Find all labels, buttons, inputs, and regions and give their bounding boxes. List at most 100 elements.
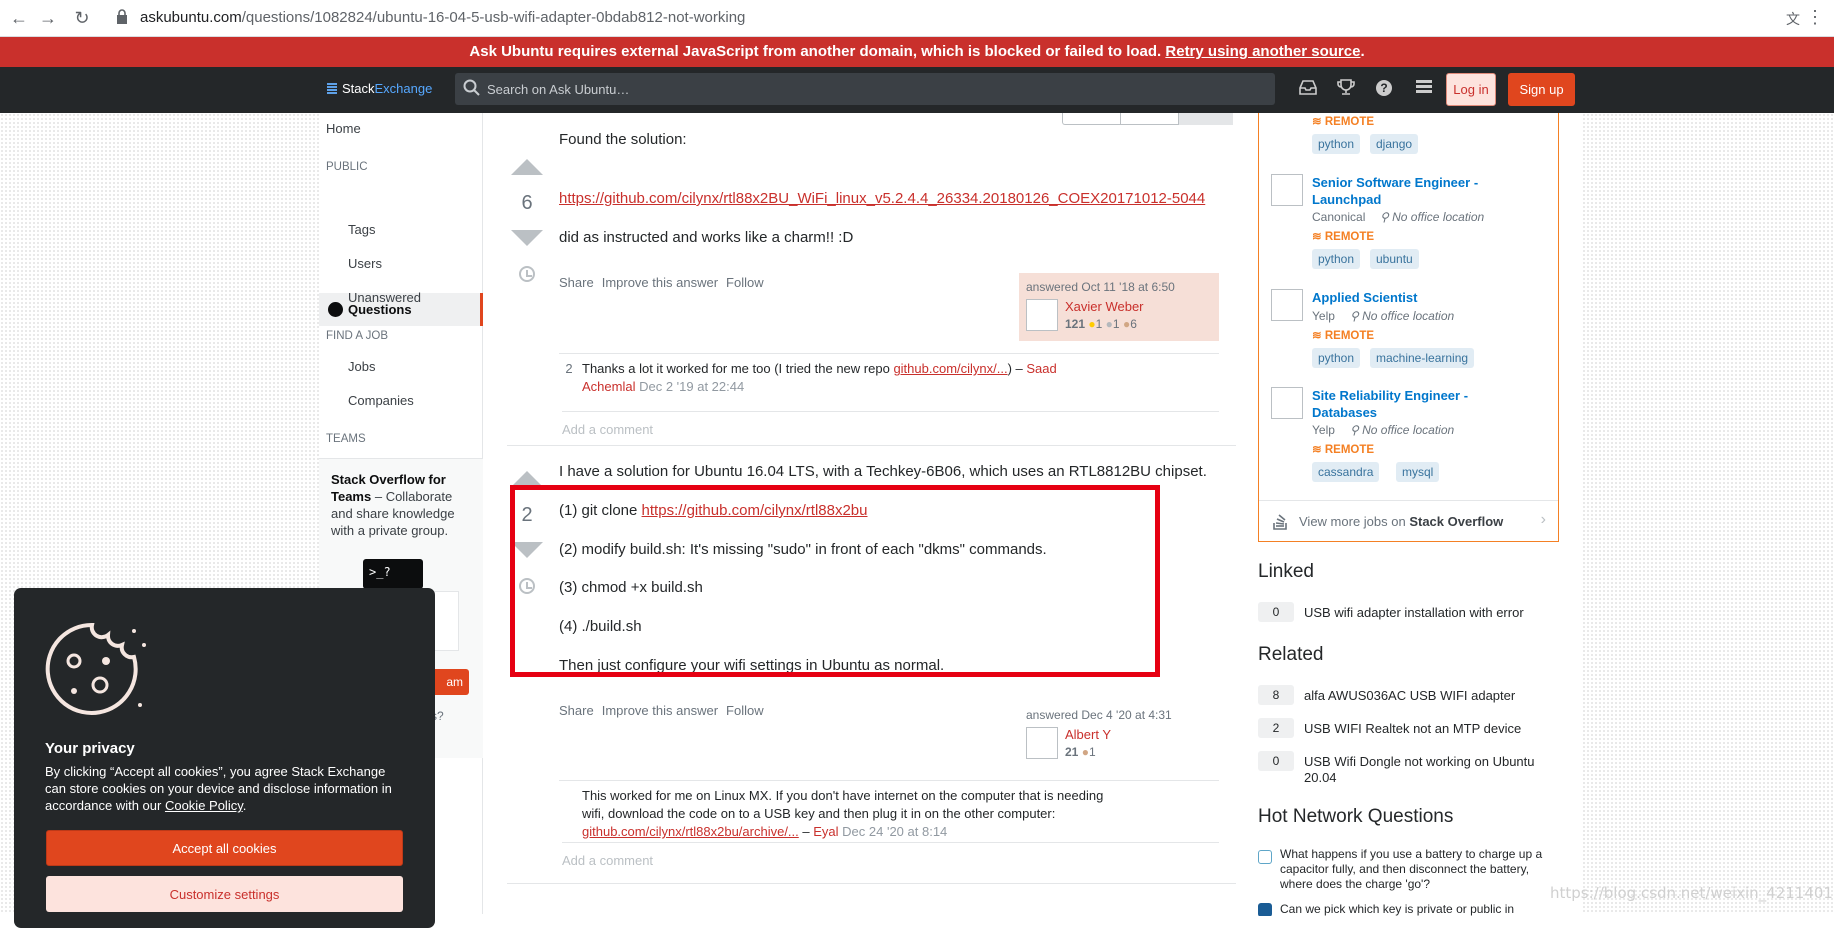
- stackexchange-logo[interactable]: Stack Exchange: [327, 81, 432, 96]
- sort-tab-oldest[interactable]: [1121, 113, 1179, 125]
- answer-sort-tabs: [1062, 113, 1233, 125]
- add-comment-link[interactable]: Add a comment: [562, 842, 1219, 868]
- question-score: 8: [1258, 685, 1294, 705]
- forward-icon[interactable]: →: [37, 7, 59, 29]
- question-link[interactable]: What happens if you use a battery to cha…: [1280, 847, 1550, 892]
- related-item[interactable]: 8 alfa AWUS036AC USB WIFI adapter: [1258, 685, 1558, 705]
- improve-answer-link[interactable]: Improve this answer: [602, 703, 718, 718]
- job-title[interactable]: Site Reliability Engineer - Databases: [1312, 387, 1502, 421]
- job-tag[interactable]: ubuntu: [1370, 249, 1419, 269]
- comment-user[interactable]: Eyal: [813, 824, 838, 839]
- add-comment-link[interactable]: Add a comment: [562, 411, 1219, 437]
- achievements-icon[interactable]: [1335, 78, 1357, 100]
- stackexchange-icon: [327, 82, 337, 95]
- watermark: https://blog.csdn.net/weixin_42114012: [1550, 884, 1834, 902]
- hnq-item[interactable]: What happens if you use a battery to cha…: [1258, 847, 1558, 895]
- question-link[interactable]: alfa AWUS036AC USB WIFI adapter: [1304, 688, 1554, 704]
- search-icon: [463, 79, 480, 96]
- job-tag[interactable]: python: [1312, 249, 1361, 269]
- nav-users[interactable]: Users: [348, 256, 382, 271]
- cookie-title: Your privacy: [45, 740, 135, 757]
- job-title[interactable]: Applied Scientist: [1312, 289, 1502, 306]
- accept-cookies-button[interactable]: Accept all cookies: [46, 830, 403, 866]
- cookie-policy-link[interactable]: Cookie Policy: [165, 798, 243, 813]
- history-icon[interactable]: [519, 266, 535, 282]
- cookie-text: By clicking “Accept all cookies”, you ag…: [45, 764, 392, 813]
- related-item[interactable]: 0 USB Wifi Dongle not working on Ubuntu …: [1258, 751, 1558, 785]
- search-input[interactable]: [485, 73, 1255, 105]
- nav-heading-teams: TEAMS: [326, 433, 366, 445]
- signup-button[interactable]: Sign up: [1508, 73, 1575, 106]
- question-score: 0: [1258, 602, 1294, 622]
- job-company: Yelp: [1312, 423, 1335, 437]
- share-link[interactable]: Share: [559, 275, 594, 290]
- answer-link[interactable]: https://github.com/cilynx/rtl88x2BU_WiFi…: [559, 189, 1205, 209]
- upvote-button[interactable]: [511, 159, 543, 175]
- company-logo[interactable]: [1271, 289, 1303, 321]
- comment: 2 Thanks a lot it worked for me too (I t…: [559, 353, 1219, 411]
- comment-link[interactable]: github.com/cilynx/rtl88x2bu/archive/...: [582, 824, 799, 839]
- comment-link[interactable]: github.com/cilynx/...: [893, 361, 1007, 376]
- company-logo[interactable]: [1271, 387, 1303, 419]
- comment: This worked for me on Linux MX. If you d…: [559, 780, 1219, 842]
- customize-settings-button[interactable]: Customize settings: [46, 876, 403, 912]
- jobs-widget: ≋ REMOTE python django Senior Software E…: [1258, 113, 1559, 542]
- menu-icon[interactable]: ⋮: [1806, 7, 1824, 28]
- linked-item[interactable]: 0 USB wifi adapter installation with err…: [1258, 602, 1558, 622]
- user-card: answered Oct 11 '18 at 6:50 Xavier Weber…: [1019, 273, 1219, 341]
- login-button[interactable]: Log in: [1446, 73, 1496, 106]
- nav-heading-jobs: FIND A JOB: [326, 330, 388, 342]
- job-tag[interactable]: mysql: [1396, 462, 1440, 482]
- related-item[interactable]: 2 USB WIFI Realtek not an MTP device: [1258, 718, 1558, 738]
- job-tag[interactable]: cassandra: [1312, 462, 1380, 482]
- job-location: ⚲ No office location: [1380, 210, 1485, 224]
- inbox-icon[interactable]: [1297, 78, 1319, 100]
- question-link[interactable]: USB Wifi Dongle not working on Ubuntu 20…: [1304, 754, 1554, 786]
- cookie-consent-dialog: Your privacy By clicking “Accept all coo…: [14, 588, 435, 928]
- nav-companies[interactable]: Companies: [348, 393, 414, 408]
- nav-unanswered[interactable]: Unanswered: [348, 290, 421, 305]
- globe-icon: [328, 302, 343, 317]
- share-link[interactable]: Share: [559, 703, 594, 718]
- reload-icon[interactable]: ↻: [71, 7, 93, 29]
- improve-answer-link[interactable]: Improve this answer: [602, 275, 718, 290]
- view-more-jobs-link[interactable]: View more jobs on Stack Overflow ›: [1259, 500, 1558, 542]
- question-link[interactable]: USB WIFI Realtek not an MTP device: [1304, 721, 1554, 737]
- retry-link[interactable]: Retry using another source: [1165, 43, 1360, 60]
- linked-heading: Linked: [1258, 561, 1314, 582]
- site-switcher-icon[interactable]: [1413, 78, 1435, 100]
- highlight-annotation-box: [510, 485, 1160, 677]
- job-tag[interactable]: machine-learning: [1370, 348, 1475, 368]
- job-tag[interactable]: django: [1370, 134, 1419, 154]
- job-tag[interactable]: python: [1312, 134, 1361, 154]
- company-logo[interactable]: [1271, 174, 1303, 206]
- user-name[interactable]: Xavier Weber: [1065, 299, 1144, 314]
- comment-body: Thanks a lot it worked for me too (I tri…: [582, 361, 1057, 394]
- sort-tab-votes[interactable]: [1179, 113, 1233, 125]
- help-icon[interactable]: ?: [1373, 78, 1395, 100]
- post-menu: Share Improve this answer Follow: [559, 703, 764, 718]
- follow-link[interactable]: Follow: [726, 703, 764, 718]
- translate-icon[interactable]: 文: [1786, 9, 1800, 29]
- user-name[interactable]: Albert Y: [1065, 727, 1111, 742]
- answered-time: answered Dec 4 '20 at 4:31: [1026, 708, 1172, 722]
- avatar[interactable]: [1026, 299, 1058, 331]
- lock-icon: [117, 9, 127, 24]
- downvote-button[interactable]: [511, 230, 543, 246]
- search-box: [455, 73, 1275, 105]
- page-background-right: [1582, 113, 1834, 914]
- answer-divider: [507, 883, 1236, 884]
- nav-home[interactable]: Home: [326, 121, 361, 136]
- nav-jobs[interactable]: Jobs: [348, 359, 375, 374]
- avatar[interactable]: [1026, 727, 1058, 759]
- question-link[interactable]: USB wifi adapter installation with error: [1304, 605, 1554, 621]
- nav-tags[interactable]: Tags: [348, 222, 375, 237]
- follow-link[interactable]: Follow: [726, 275, 764, 290]
- back-icon[interactable]: ←: [8, 7, 30, 29]
- job-title[interactable]: Senior Software Engineer - Launchpad: [1312, 174, 1502, 208]
- sort-tab-active[interactable]: [1063, 113, 1121, 125]
- comment-body: This worked for me on Linux MX. If you d…: [582, 788, 1104, 839]
- address-bar[interactable]: askubuntu.com/questions/1082824/ubuntu-1…: [140, 9, 745, 26]
- job-tag[interactable]: python: [1312, 348, 1361, 368]
- job-company: Canonical: [1312, 210, 1366, 224]
